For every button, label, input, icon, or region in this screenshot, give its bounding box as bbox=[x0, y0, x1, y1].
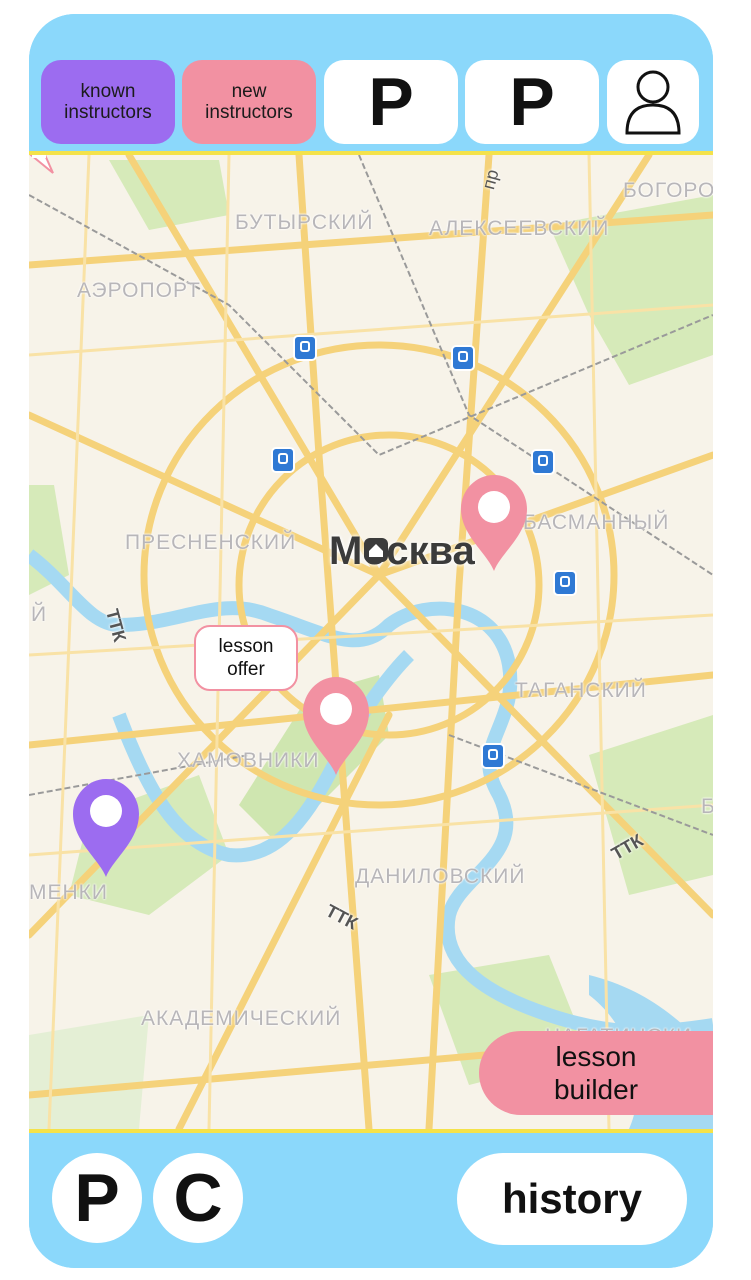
c-bottom-button[interactable]: C bbox=[153, 1153, 243, 1243]
district-label: ТАГАНСКИЙ bbox=[515, 679, 647, 702]
bubble-tail bbox=[29, 155, 54, 174]
user-icon bbox=[625, 70, 681, 135]
metro-icon[interactable] bbox=[271, 447, 295, 473]
district-label: АЛЕКСЕЕВСКИЙ bbox=[429, 217, 610, 240]
district-label: ПРЕСНЕНСКИЙ bbox=[125, 531, 297, 554]
lesson-builder-button[interactable]: lesson builder bbox=[479, 1031, 713, 1115]
district-label: ХАМОВНИКИ bbox=[177, 749, 320, 772]
district-label: БАСМАННЫЙ bbox=[523, 511, 670, 534]
metro-icon[interactable] bbox=[531, 449, 555, 475]
new-instructor-pin[interactable] bbox=[301, 675, 371, 777]
district-label: ДАНИЛОВСКИЙ bbox=[355, 865, 526, 888]
known-instructor-pin[interactable] bbox=[71, 777, 141, 879]
district-label: БОГОРО bbox=[623, 179, 713, 202]
new-instructor-pin[interactable] bbox=[459, 473, 529, 573]
lesson-offer-bubble[interactable]: lesson offer bbox=[194, 625, 298, 691]
known-instructors-button[interactable]: known instructors bbox=[41, 60, 175, 144]
city-center-icon bbox=[364, 538, 388, 562]
metro-icon[interactable] bbox=[293, 335, 317, 361]
district-fragment: Б bbox=[701, 795, 713, 818]
p-button-1[interactable]: P bbox=[324, 60, 458, 144]
metro-icon[interactable] bbox=[481, 743, 505, 769]
lesson-offer-label: lesson offer bbox=[218, 636, 274, 680]
metro-icon[interactable] bbox=[451, 345, 475, 371]
lesson-builder-label: lesson builder bbox=[553, 1041, 639, 1105]
p-button-2-label: P bbox=[509, 64, 555, 140]
city-map[interactable]: БУТЫРСКИЙ АЛЕКСЕЕВСКИЙ БОГОРО АЭРОПОРТ П… bbox=[29, 155, 713, 1129]
district-fragment: Й bbox=[31, 603, 48, 626]
app-frame: known instructors new instructors P P БУ… bbox=[29, 14, 713, 1268]
top-bar: known instructors new instructors P P bbox=[29, 14, 713, 155]
district-label: АКАДЕМИЧЕСКИЙ bbox=[141, 1007, 342, 1030]
district-label: МЕНКИ bbox=[29, 881, 108, 904]
city-label: Москва bbox=[329, 529, 475, 573]
profile-button[interactable] bbox=[607, 60, 699, 144]
new-instructors-button[interactable]: new instructors bbox=[182, 60, 316, 144]
history-button[interactable]: history bbox=[457, 1153, 687, 1245]
district-label: БУТЫРСКИЙ bbox=[235, 211, 374, 234]
new-instructors-label: new instructors bbox=[205, 81, 293, 123]
known-instructors-label: known instructors bbox=[64, 81, 152, 123]
p-button-1-label: P bbox=[368, 64, 414, 140]
p-bottom-button[interactable]: P bbox=[52, 1153, 142, 1243]
metro-icon[interactable] bbox=[553, 570, 577, 596]
district-label: АЭРОПОРТ bbox=[77, 279, 201, 302]
p-button-2[interactable]: P bbox=[465, 60, 599, 144]
p-bottom-label: P bbox=[74, 1160, 120, 1236]
c-bottom-label: C bbox=[173, 1160, 223, 1236]
history-label: history bbox=[501, 1175, 643, 1222]
